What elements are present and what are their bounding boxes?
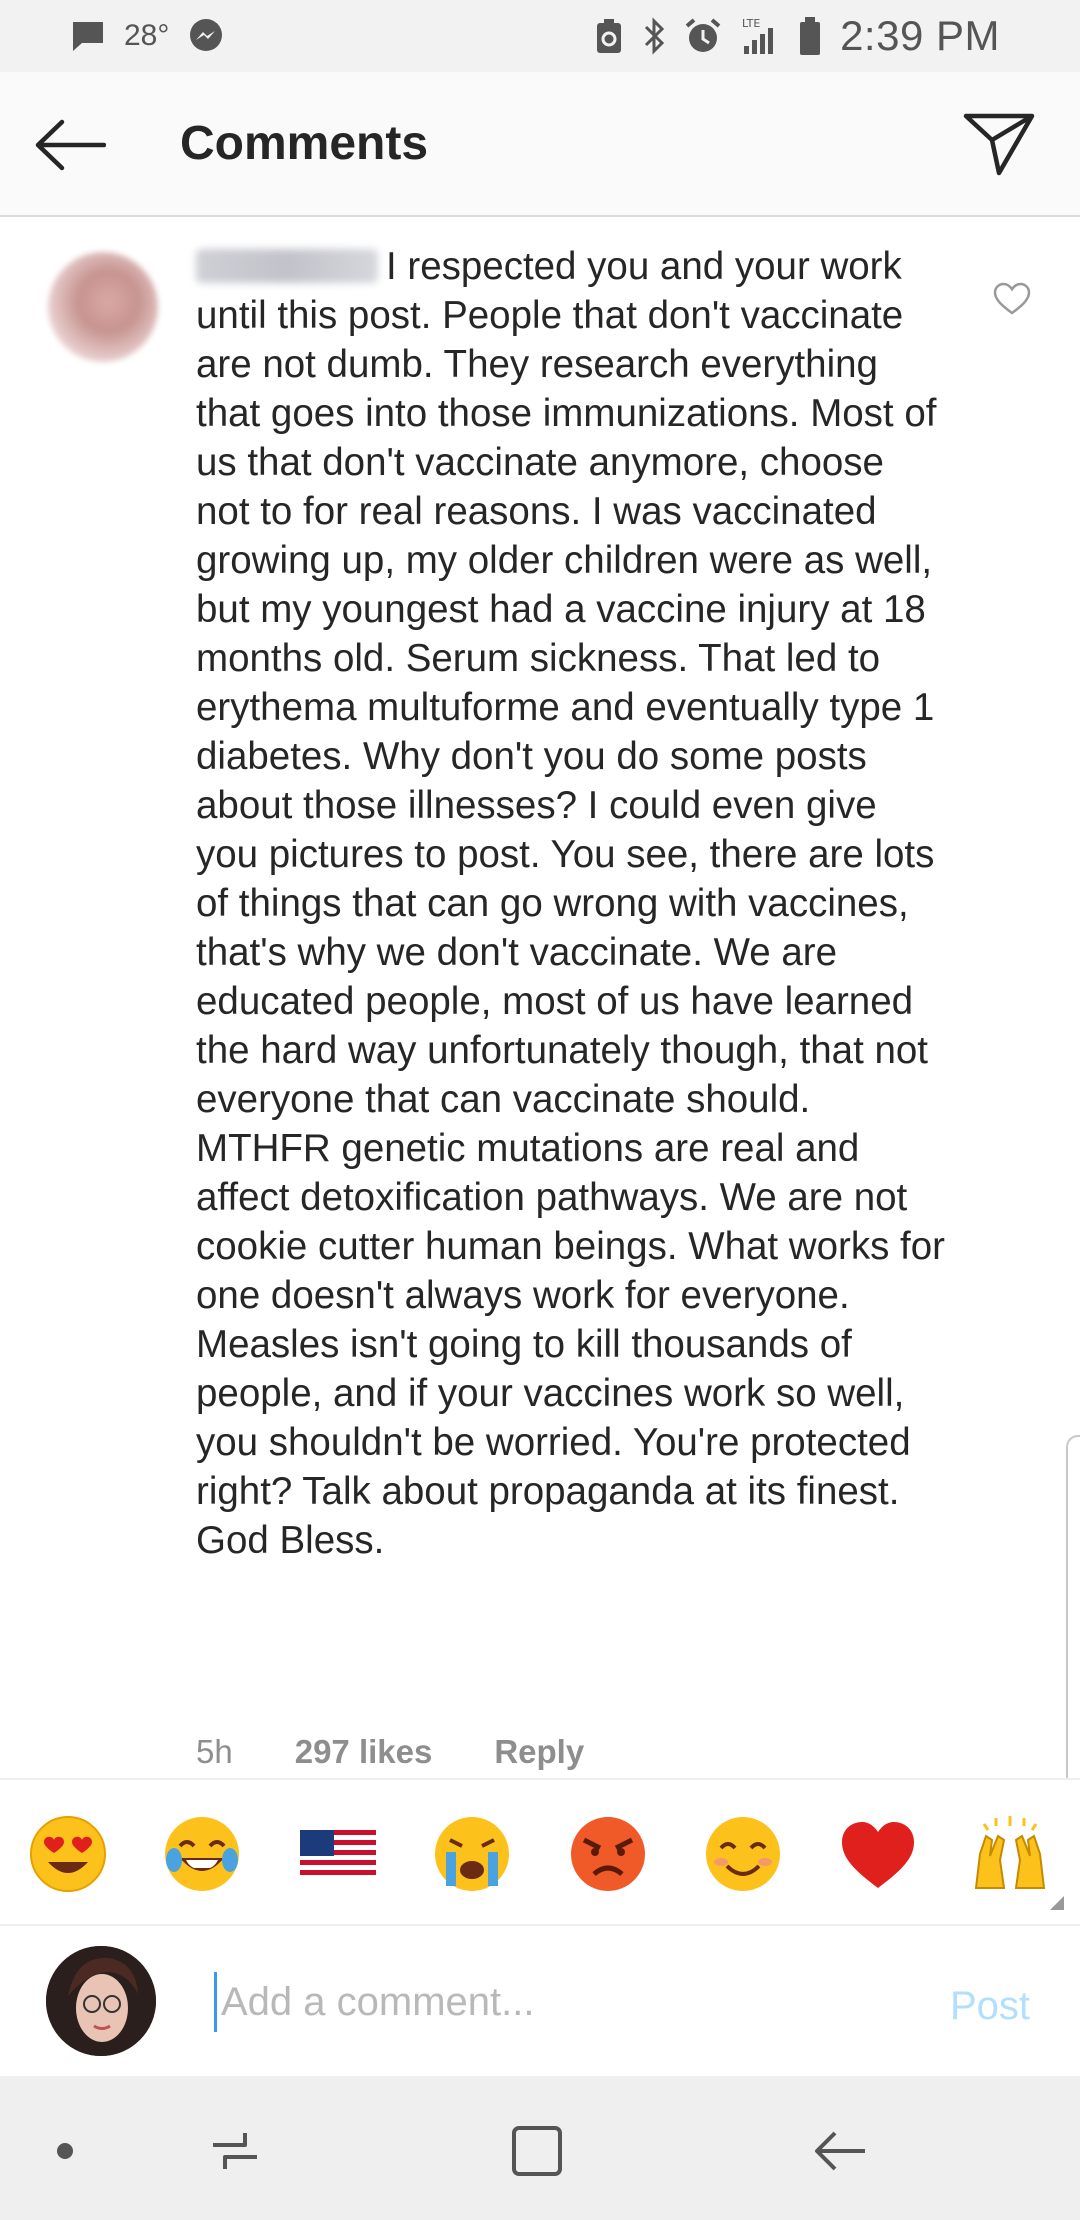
comment-item: I respected you and your work until this… (0, 217, 1080, 1885)
svg-text:LTE: LTE (742, 17, 760, 30)
direct-send-icon (963, 113, 1035, 176)
system-nav-bar (0, 2076, 1080, 2220)
bluetooth-icon (642, 17, 666, 55)
data-saver-icon (594, 17, 624, 55)
like-comment-button[interactable] (990, 277, 1034, 321)
comment-time: 5h (196, 1733, 233, 1770)
back-chevron-icon (815, 2131, 865, 2171)
dot-icon (57, 2143, 73, 2159)
us-flag-emoji-icon[interactable] (298, 1814, 378, 1894)
message-icon (70, 19, 106, 53)
resize-corner-icon (1050, 1896, 1064, 1910)
heart-eyes-emoji-icon[interactable] (28, 1814, 108, 1894)
temperature-readout: 28° (124, 19, 170, 52)
commenter-avatar[interactable] (48, 252, 158, 362)
battery-icon (798, 16, 822, 56)
raised-hands-emoji-icon[interactable] (970, 1814, 1050, 1894)
tears-of-joy-emoji-icon[interactable] (162, 1814, 242, 1894)
recent-apps-icon (213, 2133, 257, 2169)
comment-text: I respected you and your work until this… (196, 245, 945, 1562)
status-bar: 28° LTE 2:39 PM (0, 0, 1080, 72)
reply-button[interactable]: Reply (494, 1733, 584, 1771)
home-square-icon (512, 2126, 562, 2176)
comment-body: I respected you and your work until this… (196, 242, 946, 1565)
user-avatar (46, 1946, 156, 2056)
angry-emoji-icon[interactable] (568, 1814, 648, 1894)
home-button[interactable] (502, 2116, 572, 2186)
comments-header: Comments (0, 72, 1080, 217)
comment-input[interactable] (214, 1972, 914, 2032)
share-button[interactable] (954, 104, 1044, 184)
page-title: Comments (180, 117, 429, 170)
messenger-icon (187, 17, 225, 55)
red-heart-emoji-icon[interactable] (838, 1814, 918, 1894)
nav-dot-button[interactable] (30, 2116, 100, 2186)
clock: 2:39 PM (840, 12, 1000, 59)
smiling-emoji-icon[interactable] (703, 1814, 783, 1894)
heart-outline-icon (993, 282, 1031, 315)
back-arrow-icon (35, 119, 106, 171)
comment-likes[interactable]: 297 likes (295, 1733, 433, 1771)
post-button[interactable]: Post (950, 1984, 1030, 2029)
recent-apps-button[interactable] (200, 2116, 270, 2186)
alarm-icon (684, 17, 722, 55)
commenter-username[interactable] (196, 249, 378, 283)
back-button[interactable] (30, 110, 110, 180)
crying-emoji-icon[interactable] (432, 1814, 512, 1894)
comment-composer: Post (0, 1926, 1080, 2076)
comment-meta: 5h 297 likes Reply (196, 1733, 584, 1771)
system-back-button[interactable] (806, 2116, 876, 2186)
emoji-quick-bar (0, 1778, 1080, 1926)
lte-signal-icon: LTE (740, 16, 780, 56)
